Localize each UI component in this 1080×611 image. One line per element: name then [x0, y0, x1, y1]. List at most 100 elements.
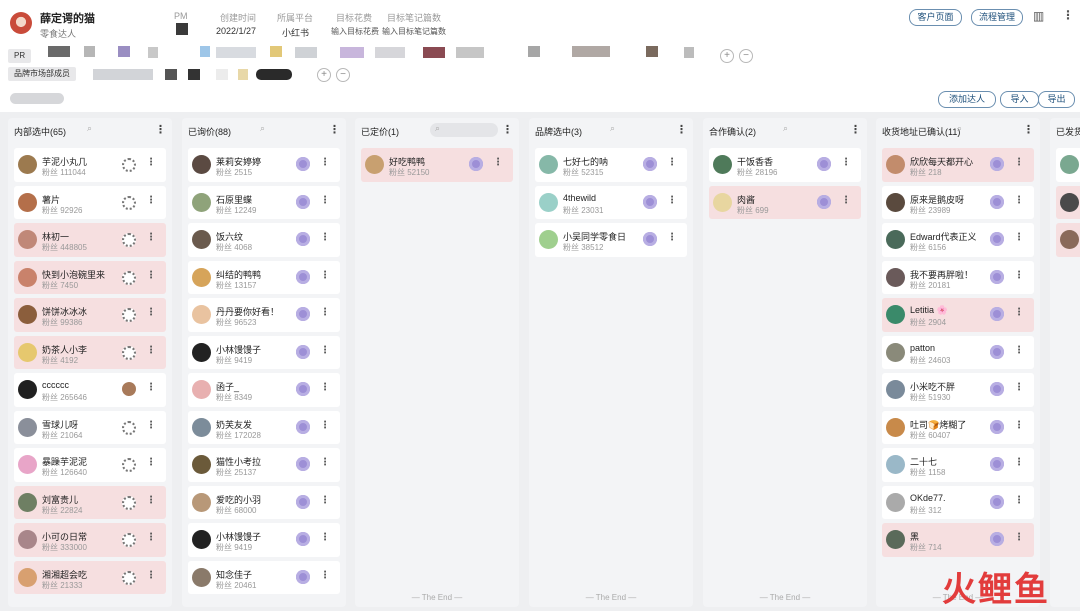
kol-card[interactable] — [1056, 223, 1080, 257]
gear-icon[interactable] — [122, 308, 136, 322]
owner-avatar-icon[interactable] — [296, 382, 310, 396]
owner-avatar-icon[interactable] — [817, 157, 831, 171]
kol-card[interactable]: 七好七的呐 粉丝 52315 ⋮ — [535, 148, 687, 182]
kol-card[interactable]: 干饭香香 粉丝 28196 ⋮ — [709, 148, 861, 182]
kol-card[interactable]: 丹丹要你好看！ 粉丝 96523 ⋮ — [188, 298, 340, 332]
card-menu-icon[interactable]: ⋮ — [1014, 232, 1024, 243]
owner-avatar-icon[interactable] — [990, 344, 1004, 359]
gear-icon[interactable] — [122, 420, 136, 435]
kol-card[interactable]: 小吴同学零食日 粉丝 38512 ⋮ — [535, 223, 687, 257]
card-menu-icon[interactable]: ⋮ — [146, 157, 156, 168]
card-menu-icon[interactable]: ⋮ — [1014, 195, 1024, 206]
owner-avatar-icon[interactable] — [817, 194, 831, 209]
owner-avatar-icon[interactable] — [990, 157, 1004, 171]
kol-card[interactable]: 欣欣每天都开心 粉丝 218 ⋮ — [882, 148, 1034, 182]
owner-avatar-icon[interactable] — [296, 569, 310, 584]
card-menu-icon[interactable]: ⋮ — [320, 382, 330, 393]
owner-avatar-icon[interactable] — [296, 344, 310, 359]
gear-icon[interactable] — [122, 233, 136, 247]
owner-avatar-icon[interactable] — [643, 232, 657, 246]
kol-card[interactable]: 林初一 粉丝 448805 ⋮ — [14, 223, 166, 257]
kol-card[interactable]: 莱莉安婷婷 粉丝 2515 ⋮ — [188, 148, 340, 182]
import-button[interactable]: 导入 — [1000, 91, 1039, 108]
card-menu-icon[interactable]: ⋮ — [146, 195, 156, 206]
card-menu-icon[interactable]: ⋮ — [841, 195, 851, 206]
kol-card[interactable]: 猫性小考拉 粉丝 25137 ⋮ — [188, 448, 340, 482]
kol-card[interactable]: 薯片 粉丝 92926 ⋮ — [14, 185, 166, 219]
kol-card[interactable]: 吐司🍞烤糊了 粉丝 60407 ⋮ — [882, 410, 1034, 444]
gear-icon[interactable] — [122, 495, 136, 510]
card-menu-icon[interactable]: ⋮ — [320, 420, 330, 431]
kol-card[interactable]: 二十七 粉丝 1158 ⋮ — [882, 448, 1034, 482]
kol-card[interactable]: 奶茶人小李 粉丝 4192 ⋮ — [14, 335, 166, 369]
kol-card[interactable]: 函子_ 粉丝 8349 ⋮ — [188, 373, 340, 407]
card-menu-icon[interactable]: ⋮ — [320, 195, 330, 206]
owner-avatar-icon[interactable] — [990, 419, 1004, 434]
card-menu-icon[interactable]: ⋮ — [146, 532, 156, 543]
kol-card[interactable]: patton 粉丝 24603 ⋮ — [882, 335, 1034, 369]
kol-card[interactable]: 黑粉丝 714 ⋮ — [882, 523, 1034, 557]
target-spend-input[interactable]: 输入目标花费 — [331, 26, 379, 37]
more-vertical-icon[interactable]: ⋮ — [1062, 8, 1074, 22]
gear-icon[interactable] — [122, 195, 136, 210]
card-menu-icon[interactable]: ⋮ — [493, 157, 503, 168]
card-menu-icon[interactable]: ⋮ — [1014, 457, 1024, 468]
card-menu-icon[interactable]: ⋮ — [320, 157, 330, 168]
card-menu-icon[interactable]: ⋮ — [1014, 495, 1024, 506]
add-member-button[interactable]: + — [317, 68, 331, 82]
owner-avatar-icon[interactable] — [990, 382, 1004, 396]
remove-pr-button[interactable]: − — [739, 49, 753, 63]
target-notes-input[interactable]: 输入目标笔记篇数 — [382, 26, 446, 37]
kol-card[interactable]: Letitia 🌸 粉丝 2904 ⋮ — [882, 298, 1034, 332]
kol-card[interactable]: 小林馒馒子 粉丝 9419 ⋮ — [188, 523, 340, 557]
owner-avatar-icon[interactable] — [296, 232, 310, 246]
owner-avatar-icon[interactable] — [643, 157, 657, 171]
card-menu-icon[interactable]: ⋮ — [320, 307, 330, 318]
card-menu-icon[interactable]: ⋮ — [320, 495, 330, 506]
owner-avatar-icon[interactable] — [990, 457, 1004, 471]
kol-card[interactable]: 原来是鹅皮呀 粉丝 23989 ⋮ — [882, 185, 1034, 219]
column-menu-icon[interactable]: ⋮ — [329, 123, 340, 136]
kol-card[interactable]: cccccc 粉丝 265646 ⋮ — [14, 373, 166, 407]
bar-chart-icon[interactable]: ▥ — [1033, 9, 1044, 23]
owner-avatar-icon[interactable] — [296, 157, 310, 171]
owner-avatar-icon[interactable] — [643, 194, 657, 209]
card-menu-icon[interactable]: ⋮ — [320, 232, 330, 243]
owner-avatar-icon[interactable] — [990, 194, 1004, 209]
card-menu-icon[interactable]: ⋮ — [146, 270, 156, 281]
card-menu-icon[interactable]: ⋮ — [1014, 420, 1024, 431]
column-menu-icon[interactable]: ⋮ — [502, 123, 513, 136]
gear-icon[interactable] — [122, 533, 136, 547]
card-menu-icon[interactable]: ⋮ — [1014, 270, 1024, 281]
card-menu-icon[interactable]: ⋮ — [1014, 382, 1024, 393]
card-menu-icon[interactable]: ⋮ — [320, 570, 330, 581]
owner-avatar-icon[interactable] — [990, 532, 1004, 546]
kol-card[interactable]: 肉酱 粉丝 699 ⋮ — [709, 185, 861, 219]
card-menu-icon[interactable]: ⋮ — [1014, 157, 1024, 168]
owner-avatar-icon[interactable] — [990, 307, 1004, 321]
card-menu-icon[interactable]: ⋮ — [146, 307, 156, 318]
owner-avatar-icon[interactable] — [296, 532, 310, 546]
card-menu-icon[interactable]: ⋮ — [667, 232, 677, 243]
owner-avatar-icon[interactable] — [296, 269, 310, 284]
column-search-input[interactable]: ⌕ — [952, 123, 982, 137]
filter-pill[interactable] — [10, 93, 64, 104]
owner-avatar-icon[interactable] — [296, 457, 310, 471]
kol-card[interactable]: 饭六纹 粉丝 4068 ⋮ — [188, 223, 340, 257]
kol-card[interactable]: 湘湘超会吃 粉丝 21333 ⋮ — [14, 560, 166, 594]
owner-avatar-icon[interactable] — [296, 494, 310, 509]
gear-icon[interactable] — [122, 158, 136, 172]
column-search-input[interactable]: ⌕ — [430, 123, 498, 137]
export-button[interactable]: 导出 — [1038, 91, 1075, 108]
card-menu-icon[interactable]: ⋮ — [1014, 307, 1024, 318]
owner-avatar-icon[interactable] — [296, 307, 310, 321]
owner-avatar-icon[interactable] — [296, 419, 310, 434]
owner-avatar-icon[interactable] — [990, 269, 1004, 284]
card-menu-icon[interactable]: ⋮ — [1014, 532, 1024, 543]
kol-card[interactable]: 知念佳子 粉丝 20461 ⋮ — [188, 560, 340, 594]
kol-card[interactable]: 饼饼冰冰冰 粉丝 99386 ⋮ — [14, 298, 166, 332]
column-menu-icon[interactable]: ⋮ — [676, 123, 687, 136]
gear-icon[interactable] — [122, 270, 136, 285]
kol-card[interactable]: 好吃鸭鸭 粉丝 52150 ⋮ — [361, 148, 513, 182]
kol-card[interactable]: 我不要再胖啦！ 粉丝 20181 ⋮ — [882, 260, 1034, 294]
